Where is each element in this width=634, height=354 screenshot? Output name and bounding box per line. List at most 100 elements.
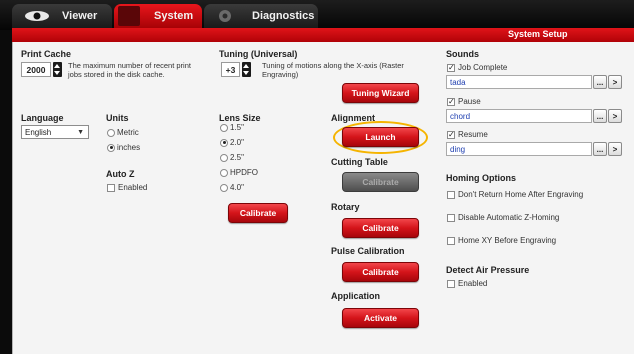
radio-icon[interactable] (220, 153, 228, 162)
tab-system-label: System (154, 10, 194, 22)
language-select[interactable]: English ▼ (21, 125, 89, 139)
radio-icon[interactable] (107, 128, 115, 137)
stepper-arrows-icon[interactable] (53, 62, 62, 77)
homing-option-label: Home XY Before Engraving (458, 236, 557, 245)
sound-browse-button[interactable]: ... (593, 109, 607, 123)
tuning-title: Tuning (Universal) (219, 49, 298, 59)
app-window: Viewer System Diagnostics System Setup P… (0, 0, 634, 354)
sound-pause-input[interactable]: chord (446, 109, 592, 123)
units-title: Units (106, 113, 129, 123)
eye-icon (24, 9, 50, 25)
checkbox-icon[interactable] (447, 190, 455, 199)
cutting-table-calibrate-button[interactable]: Calibrate (342, 172, 419, 192)
homing-home-xy-checkbox[interactable]: Home XY Before Engraving (447, 236, 556, 245)
lens-calibrate-button[interactable]: Calibrate (228, 203, 288, 223)
homing-dont-return-checkbox[interactable]: Don't Return Home After Engraving (447, 190, 583, 199)
radio-icon[interactable] (220, 168, 228, 177)
sound-job-complete-checkbox[interactable]: ✓ Job Complete (447, 63, 507, 72)
language-title: Language (21, 113, 64, 123)
stepper-arrows-icon[interactable] (242, 62, 251, 77)
tuning-stepper[interactable]: +3 (221, 62, 251, 77)
units-metric-label: Metric (117, 128, 139, 137)
tab-diagnostics[interactable]: Diagnostics (204, 4, 318, 28)
sound-job-complete-input[interactable]: tada (446, 75, 592, 89)
play-icon: > (612, 77, 618, 87)
sound-play-button[interactable]: > (608, 75, 622, 89)
sound-browse-button[interactable]: ... (593, 142, 607, 156)
tuning-description: Tuning of motions along the X-axis (Rast… (262, 61, 404, 79)
tuning-value[interactable]: +3 (221, 62, 240, 77)
radio-selected-icon[interactable] (107, 143, 115, 152)
sound-resume-input[interactable]: ding (446, 142, 592, 156)
rotary-calibrate-button[interactable]: Calibrate (342, 218, 419, 238)
sounds-title: Sounds (446, 49, 479, 59)
application-title: Application (331, 291, 380, 301)
lens-radio-1-5[interactable]: 1.5" (220, 123, 244, 132)
print-cache-stepper[interactable]: 2000 (21, 62, 62, 77)
tuning-wizard-button[interactable]: Tuning Wizard (342, 83, 419, 103)
lens-option-label: 1.5" (230, 123, 244, 132)
pulse-calibrate-button[interactable]: Calibrate (342, 262, 419, 282)
lens-radio-4-0[interactable]: 4.0" (220, 183, 244, 192)
lens-radio-hpdfo[interactable]: HPDFO (220, 168, 258, 177)
alignment-launch-button[interactable]: Launch (342, 127, 419, 147)
units-radio-inches[interactable]: inches (107, 143, 140, 152)
page-title: System Setup (508, 29, 568, 39)
lens-radio-2-0[interactable]: 2.0" (220, 138, 244, 147)
print-cache-description: The maximum number of recent print jobs … (68, 61, 191, 79)
play-icon: > (612, 111, 618, 121)
sound-resume-checkbox[interactable]: ✓ Resume (447, 130, 488, 139)
checkbox-icon[interactable] (447, 236, 455, 245)
autoz-enabled-label: Enabled (118, 183, 148, 192)
homing-title: Homing Options (446, 173, 516, 183)
lens-size-title: Lens Size (219, 113, 261, 123)
rotary-title: Rotary (331, 202, 360, 212)
air-pressure-title: Detect Air Pressure (446, 265, 530, 275)
checkbox-checked-icon[interactable]: ✓ (447, 63, 455, 72)
sound-play-button[interactable]: > (608, 109, 622, 123)
settings-panel: Print Cache 2000 The maximum number of r… (12, 42, 634, 354)
homing-disable-z-checkbox[interactable]: Disable Automatic Z-Homing (447, 213, 559, 222)
radio-icon[interactable] (220, 123, 228, 132)
tab-bar: Viewer System Diagnostics (0, 0, 634, 30)
lens-option-label: 2.5" (230, 153, 244, 162)
air-pressure-enabled-label: Enabled (458, 279, 488, 288)
autoz-enabled-checkbox[interactable]: Enabled (107, 183, 147, 192)
homing-option-label: Don't Return Home After Engraving (458, 190, 584, 199)
autoz-title: Auto Z (106, 169, 135, 179)
sound-label: Pause (458, 97, 481, 106)
system-icon (118, 6, 140, 26)
tab-viewer-label: Viewer (62, 10, 98, 22)
units-inches-label: inches (117, 143, 141, 152)
radio-icon[interactable] (220, 183, 228, 192)
sound-play-button[interactable]: > (608, 142, 622, 156)
application-activate-button[interactable]: Activate (342, 308, 419, 328)
lens-radio-2-5[interactable]: 2.5" (220, 153, 244, 162)
tab-diagnostics-label: Diagnostics (252, 10, 315, 22)
lens-option-label: 4.0" (230, 183, 244, 192)
play-icon: > (612, 144, 618, 154)
checkbox-icon[interactable] (107, 183, 115, 192)
radio-selected-icon[interactable] (220, 138, 228, 147)
section-header: System Setup (12, 28, 634, 42)
checkbox-checked-icon[interactable]: ✓ (447, 97, 455, 106)
checkbox-icon[interactable] (447, 279, 455, 288)
diagnostics-icon (216, 8, 234, 27)
sound-pause-checkbox[interactable]: ✓ Pause (447, 97, 481, 106)
sound-label: Job Complete (458, 63, 508, 72)
tab-viewer[interactable]: Viewer (12, 4, 112, 28)
checkbox-icon[interactable] (447, 213, 455, 222)
print-cache-title: Print Cache (21, 49, 72, 59)
sound-label: Resume (458, 130, 488, 139)
checkbox-checked-icon[interactable]: ✓ (447, 130, 455, 139)
lens-option-label: HPDFO (230, 168, 258, 177)
homing-option-label: Disable Automatic Z-Homing (458, 213, 560, 222)
sound-browse-button[interactable]: ... (593, 75, 607, 89)
language-selected: English (25, 127, 52, 137)
air-pressure-enabled-checkbox[interactable]: Enabled (447, 279, 487, 288)
print-cache-value[interactable]: 2000 (21, 62, 51, 77)
cutting-table-title: Cutting Table (331, 157, 388, 167)
units-radio-metric[interactable]: Metric (107, 128, 139, 137)
pulse-calibration-title: Pulse Calibration (331, 246, 405, 256)
tab-system[interactable]: System (114, 4, 202, 28)
